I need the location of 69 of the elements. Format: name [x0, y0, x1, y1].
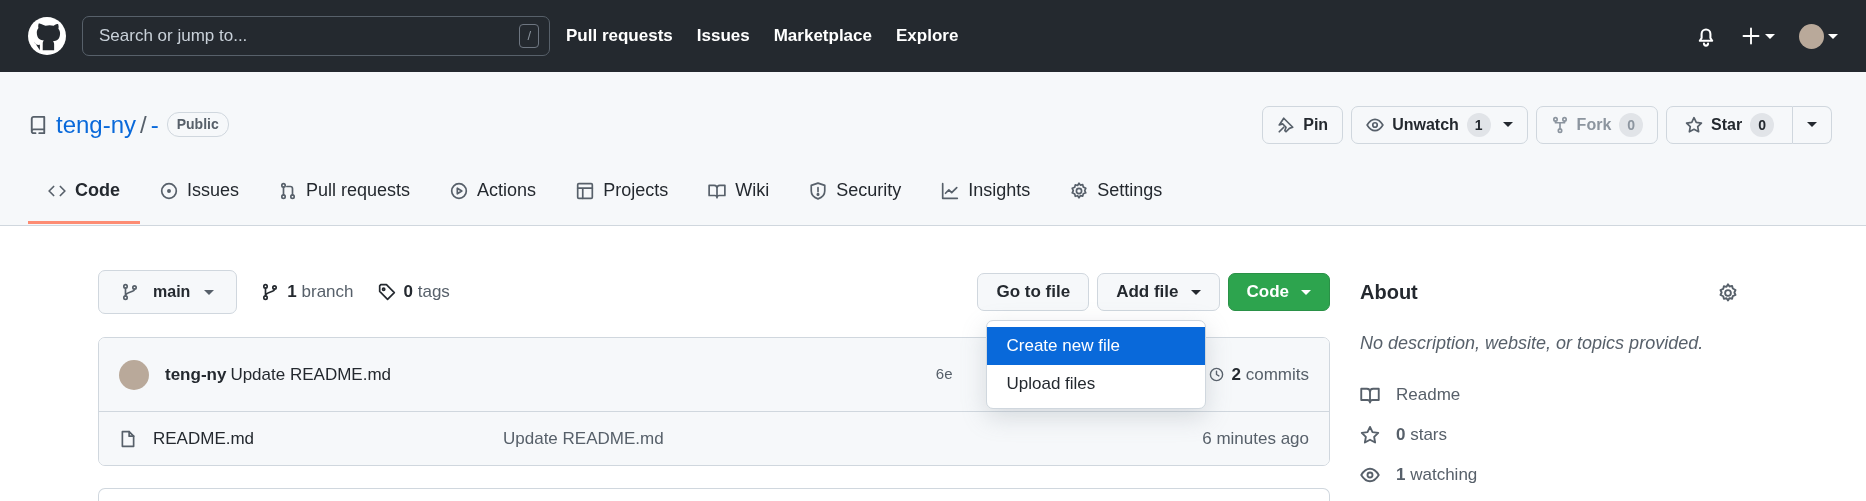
about-link[interactable]: 1 watching [1360, 455, 1760, 495]
counter: 0 [1619, 112, 1644, 137]
plus-icon [1741, 26, 1761, 46]
repo-action-button[interactable]: Star 0 [1666, 105, 1793, 144]
repo-owner-link[interactable]: teng-ny [56, 106, 137, 143]
commit-author-link[interactable]: teng-ny [165, 361, 227, 388]
circle-dot-icon [160, 181, 178, 200]
nav-link[interactable]: Pull requests [566, 23, 673, 49]
about-link[interactable]: Readme [1360, 375, 1760, 415]
visibility-label: Public [166, 112, 229, 137]
file-action-button[interactable]: Add file [1097, 273, 1220, 311]
logo-icon[interactable] [28, 17, 66, 55]
settings-icon[interactable] [1718, 282, 1738, 303]
table-icon [576, 181, 595, 200]
commit-message-link[interactable]: Update README.md [503, 425, 664, 452]
avatar [119, 359, 149, 390]
clock-icon [1208, 367, 1224, 382]
counter: 1 [1466, 112, 1491, 137]
repo-icon [28, 114, 48, 135]
fork-icon [1550, 115, 1569, 134]
book-icon [1360, 385, 1380, 405]
menu-item[interactable]: Create new file [986, 327, 1205, 365]
branch-icon [121, 283, 139, 301]
repo-tab[interactable]: Actions [430, 160, 557, 224]
counter: 0 [1750, 112, 1774, 137]
file-time: 6 minutes ago [1202, 427, 1309, 450]
repo-tab[interactable]: Insights [921, 160, 1051, 224]
eye-icon [1360, 465, 1380, 485]
nav-link[interactable]: Explore [896, 23, 959, 49]
about-link[interactable]: 0 stars [1360, 415, 1760, 455]
repo-tab[interactable]: Projects [556, 160, 689, 224]
branch-select-button[interactable]: main [98, 270, 238, 314]
pull-request-icon [279, 181, 298, 200]
repo-name-link[interactable]: - [150, 106, 159, 143]
nav-link[interactable]: Issues [696, 23, 750, 49]
file-action-button[interactable]: Go to file [977, 273, 1090, 311]
shortcut-key: / [519, 24, 539, 48]
star-icon [1360, 425, 1380, 445]
repo-tab[interactable]: Security [789, 160, 922, 224]
repo-action-button[interactable]: Pin [1262, 105, 1344, 144]
about-heading: About [1360, 280, 1418, 305]
commit-sha: 6e [935, 364, 953, 385]
repo-tab[interactable]: Pull requests [259, 160, 431, 224]
repo-action-button[interactable]: Unwatch 1 [1351, 105, 1528, 144]
repo-tab[interactable]: Wiki [688, 160, 790, 224]
branch-icon [261, 283, 280, 301]
profile-menu-button[interactable] [1799, 23, 1838, 49]
star-icon [1685, 115, 1704, 134]
pin-icon [1277, 115, 1296, 134]
about-description: No description, website, or topics provided. [1360, 332, 1705, 355]
file-icon [119, 429, 137, 448]
search-field[interactable]: Search or jump to... / [82, 16, 550, 56]
repo-tab[interactable]: Settings [1050, 160, 1183, 224]
graph-icon [941, 181, 960, 200]
settings-icon [1070, 181, 1089, 200]
create-menu-button[interactable] [1741, 26, 1775, 46]
play-icon [450, 181, 469, 200]
shield-icon [809, 181, 828, 200]
tag-icon [377, 283, 396, 301]
commits-link[interactable]: 2 commits [1208, 361, 1309, 388]
nav-link[interactable]: Marketplace [773, 23, 872, 49]
menu-item[interactable]: Upload files [986, 364, 1205, 402]
branches-link[interactable]: 1 branch [261, 279, 354, 305]
repo-tab[interactable]: Issues [140, 160, 260, 224]
file-name-link[interactable]: README.md [153, 425, 503, 452]
repo-tab[interactable]: Code [28, 160, 140, 224]
path-separator: / [140, 109, 147, 140]
tags-link[interactable]: 0 tags [377, 279, 450, 305]
commit-message-link[interactable]: Update README.md [230, 361, 391, 388]
